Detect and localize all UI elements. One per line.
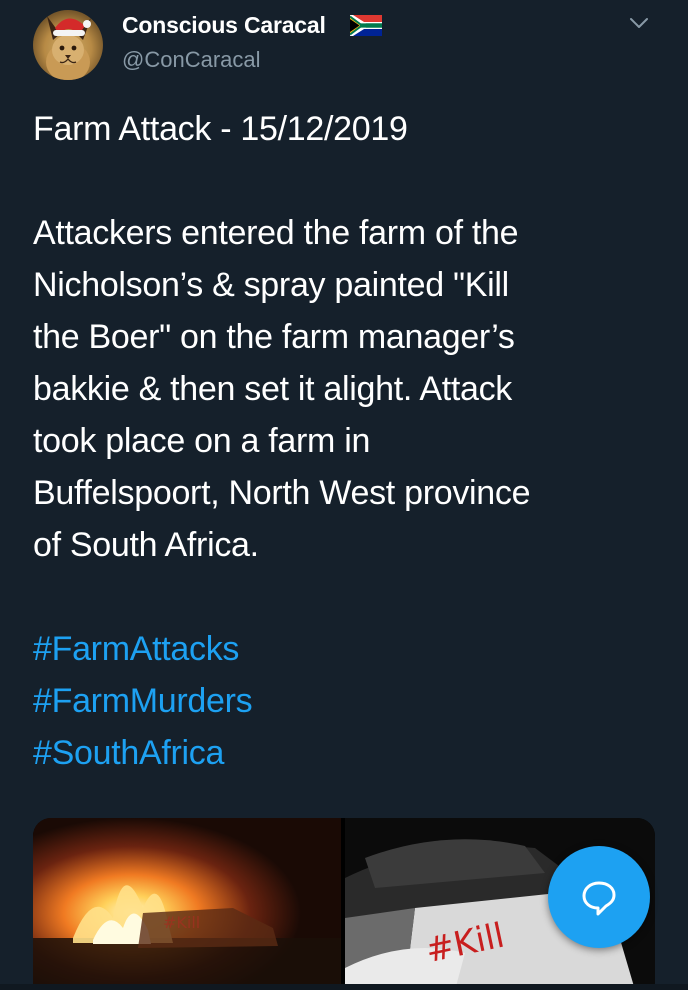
avatar[interactable] [33,10,103,80]
tweet-body-line: of South Africa. [33,526,259,564]
display-name[interactable]: Conscious Caracal [122,12,326,39]
chevron-down-icon[interactable] [628,12,650,34]
hashtag-link[interactable]: #FarmMurders [33,675,663,727]
caracal-avatar-icon [46,16,91,80]
tweet-body-line: bakkie & then set it alight. Attack [33,370,512,408]
hashtag-link[interactable]: #SouthAfrica [33,727,663,779]
tweet-body-line: Buffelspoort, North West province [33,474,531,512]
bottom-divider [0,984,688,990]
tweet-body-line: Nicholson’s & spray painted "Kill [33,266,509,304]
user-handle[interactable]: @ConCaracal [122,47,261,73]
tweet-title-line: Farm Attack - 15/12/2019 [33,110,408,148]
compose-button[interactable] [548,846,650,948]
tweet-text: Farm Attack - 15/12/2019 Attackers enter… [33,103,663,779]
south-africa-flag-icon [350,15,382,36]
tweet-body-line: the Boer" on the farm manager’s [33,318,515,356]
svg-text:#Kill: #Kill [163,913,200,932]
tweet-card: Conscious Caracal @ConCaracal Farm Attac… [0,0,688,990]
tweet-body-line: Attackers entered the farm of the [33,214,519,252]
tweet-body-line: took place on a farm in [33,422,371,460]
speech-bubble-icon [582,881,616,916]
hashtag-link[interactable]: #FarmAttacks [33,623,663,675]
burning-vehicle-photo[interactable]: #Kill [33,818,341,990]
